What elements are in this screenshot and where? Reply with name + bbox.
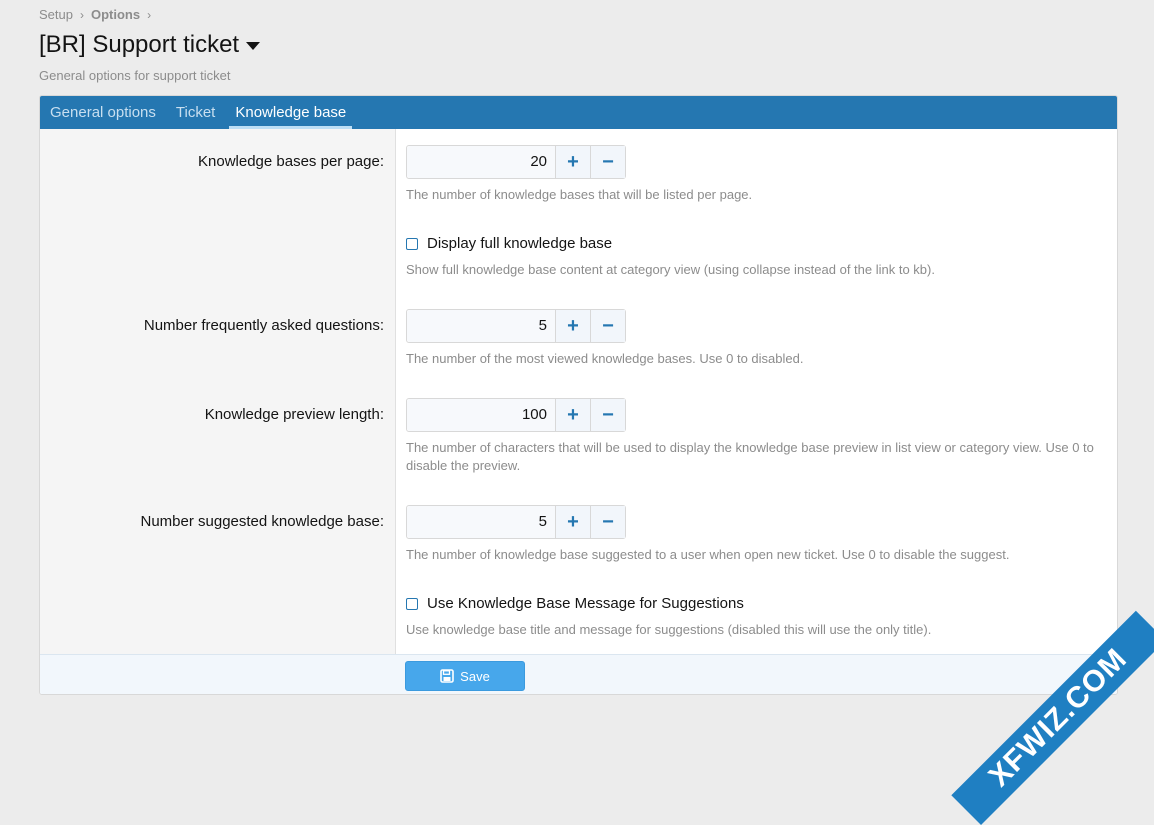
- tab-ticket[interactable]: Ticket: [170, 96, 221, 129]
- tab-general-options[interactable]: General options: [44, 96, 162, 129]
- save-button[interactable]: Save: [405, 661, 525, 691]
- save-label: Save: [460, 668, 490, 684]
- caret-down-icon[interactable]: [246, 42, 261, 50]
- tab-bar: General options Ticket Knowledge base: [40, 96, 1117, 129]
- faq-decrement-button[interactable]: −: [590, 310, 625, 342]
- preview-length-decrement-button[interactable]: −: [590, 399, 625, 431]
- use-message-hint: Use knowledge base title and message for…: [406, 622, 932, 637]
- display-full-checkbox[interactable]: [406, 237, 418, 250]
- per-page-hint: The number of knowledge bases that will …: [406, 187, 753, 202]
- label-column: [40, 129, 396, 654]
- breadcrumb-options[interactable]: Options: [91, 7, 140, 22]
- suggested-label: Number suggested knowledge base:: [140, 513, 385, 530]
- per-page-label: Knowledge bases per page:: [198, 153, 384, 170]
- per-page-stepper: 20 + −: [406, 145, 626, 179]
- suggested-decrement-button[interactable]: −: [590, 506, 625, 538]
- page-title[interactable]: [BR] Support ticket: [39, 31, 261, 59]
- preview-length-increment-button[interactable]: +: [555, 399, 590, 431]
- form-footer: Save: [40, 654, 1117, 694]
- breadcrumb-setup[interactable]: Setup: [39, 7, 73, 22]
- breadcrumb-separator: ›: [147, 7, 152, 22]
- preview-length-input[interactable]: 100: [407, 399, 555, 431]
- preview-length-stepper: 100 + −: [406, 398, 626, 432]
- per-page-decrement-button[interactable]: −: [590, 146, 625, 178]
- save-icon: [440, 669, 454, 683]
- preview-length-hint: The number of characters that will be us…: [406, 440, 1094, 473]
- suggested-stepper: 5 + −: [406, 505, 626, 539]
- display-full-label: Display full knowledge base: [427, 235, 613, 252]
- display-full-option[interactable]: Display full knowledge base: [406, 235, 612, 252]
- faq-stepper: 5 + −: [406, 309, 626, 343]
- breadcrumb: Setup › Options ›: [39, 7, 158, 22]
- page-description: General options for support ticket: [39, 68, 231, 83]
- suggested-increment-button[interactable]: +: [555, 506, 590, 538]
- preview-length-label: Knowledge preview length:: [204, 406, 384, 423]
- use-message-checkbox[interactable]: [406, 597, 418, 610]
- display-full-hint: Show full knowledge base content at cate…: [406, 262, 935, 277]
- per-page-input[interactable]: 20: [407, 146, 555, 178]
- suggested-hint: The number of knowledge base suggested t…: [406, 547, 1010, 562]
- use-message-label: Use Knowledge Base Message for Suggestio…: [427, 595, 744, 612]
- page-title-text: [BR] Support ticket: [39, 31, 240, 58]
- faq-label: Number frequently asked questions:: [143, 317, 384, 334]
- options-form: Knowledge bases per page: 20 + − The num…: [40, 129, 1117, 654]
- faq-hint: The number of the most viewed knowledge …: [406, 351, 804, 366]
- use-message-option[interactable]: Use Knowledge Base Message for Suggestio…: [406, 595, 744, 612]
- options-block: General options Ticket Knowledge base Kn…: [39, 95, 1118, 695]
- per-page-increment-button[interactable]: +: [555, 146, 590, 178]
- faq-input[interactable]: 5: [407, 310, 555, 342]
- faq-increment-button[interactable]: +: [555, 310, 590, 342]
- tab-knowledge-base[interactable]: Knowledge base: [229, 96, 353, 129]
- suggested-input[interactable]: 5: [407, 506, 555, 538]
- breadcrumb-separator: ›: [79, 7, 84, 22]
